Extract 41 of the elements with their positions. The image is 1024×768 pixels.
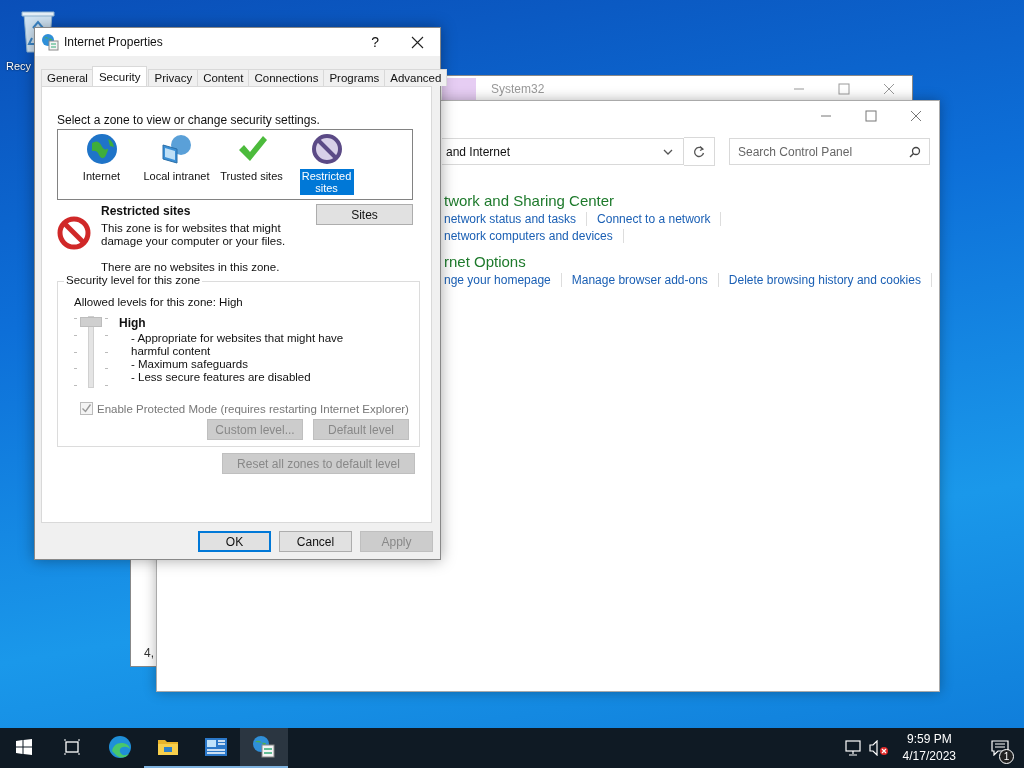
level-description: - Maximum safeguards xyxy=(130,358,249,371)
notification-badge: 1 xyxy=(999,749,1014,764)
window-title: Internet Properties xyxy=(64,35,163,49)
checkbox-label: Enable Protected Mode (requires restarting Internet Explorer) xyxy=(97,402,409,415)
dialog-button[interactable]: Cancel xyxy=(279,531,352,552)
tab[interactable]: Privacy xyxy=(148,69,199,86)
instruction-text: Select a zone to view or change security settings. xyxy=(57,113,321,127)
group-legend: Security level for this zone xyxy=(64,274,203,286)
task-link[interactable]: Manage browser add-ons xyxy=(571,273,719,287)
task-link[interactable]: Delete browsing history and cookies xyxy=(728,273,932,287)
zone-label[interactable]: Internet xyxy=(80,169,123,183)
tab[interactable]: Advanced xyxy=(384,69,448,86)
status-text: 4, xyxy=(144,646,155,660)
help-button[interactable]: ? xyxy=(371,34,379,50)
zone-note: There are no websites in this zone. xyxy=(101,261,281,273)
level-description: - Less secure features are disabled xyxy=(130,371,312,384)
desktop-icon-label: Recy xyxy=(6,60,32,72)
allowed-levels-text: Allowed levels for this zone: High xyxy=(74,296,244,308)
window-title: System32 xyxy=(491,82,545,96)
task-link[interactable]: Connect to a network xyxy=(597,212,722,226)
zone-label[interactable]: Restricted sites xyxy=(299,169,354,195)
tab[interactable]: General xyxy=(41,69,94,86)
zone-label[interactable]: Trusted sites xyxy=(218,169,285,183)
task-link[interactable]: nge your homepage xyxy=(444,273,562,287)
level-description: - Appropriate for websites that might have harmful content xyxy=(130,332,345,358)
level-name: High xyxy=(119,316,147,330)
task-link[interactable]: network computers and devices xyxy=(444,229,624,243)
section-heading-link[interactable]: twork and Sharing Center xyxy=(444,192,939,209)
zone-label[interactable]: Local intranet xyxy=(141,169,212,183)
tab[interactable]: Programs xyxy=(323,69,386,86)
section-heading-link[interactable]: rnet Options xyxy=(444,253,939,270)
search-field[interactable]: Search Control Panel xyxy=(729,138,930,165)
tab[interactable]: Security xyxy=(91,66,148,86)
address-bar[interactable]: and Internet xyxy=(442,138,684,165)
sites-button[interactable]: Sites xyxy=(316,204,413,225)
clock-date[interactable]: 4/17/2023 xyxy=(902,748,956,765)
clock-time[interactable]: 9:59 PM xyxy=(906,731,952,748)
zone-name: Restricted sites xyxy=(101,204,192,218)
zone-description: This zone is for websites that might damage your computer or your files. xyxy=(101,222,287,248)
dialog-button[interactable]: OK xyxy=(198,531,271,552)
task-link[interactable]: network status and tasks xyxy=(444,212,588,226)
